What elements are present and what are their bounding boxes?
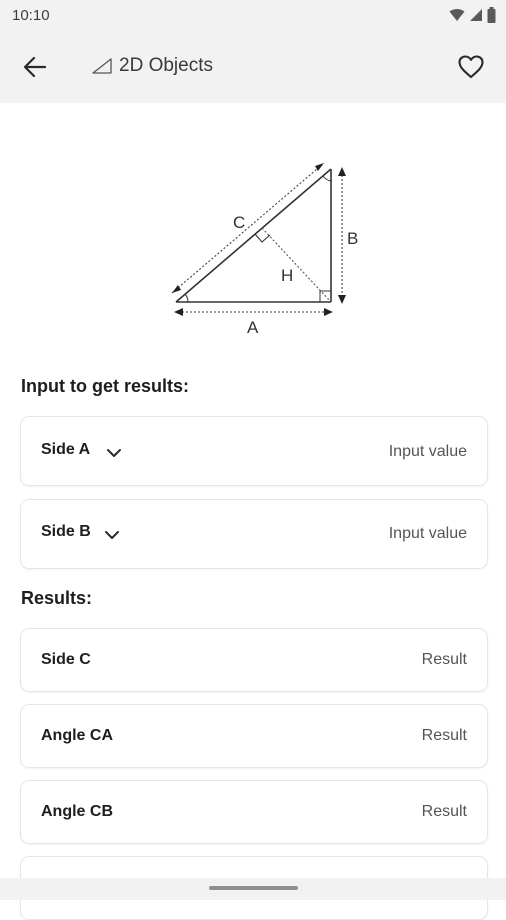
- status-icons: [449, 7, 496, 23]
- dimension-b-arrow-bottom: [338, 295, 346, 304]
- side-b-input-card[interactable]: Side B Input value: [20, 499, 488, 569]
- side-a-selector-label[interactable]: Side A: [41, 441, 90, 459]
- label-a: A: [247, 318, 259, 337]
- dimension-c-line: [171, 162, 325, 294]
- angle-ca-arc: [184, 293, 189, 303]
- page-title-wrap: 2D Objects: [92, 55, 213, 77]
- results-section-title: Results:: [21, 588, 93, 608]
- status-time: 10:10: [12, 7, 50, 24]
- result-value-angle-cb: Result: [421, 803, 467, 820]
- result-value-angle-ca: Result: [421, 727, 467, 744]
- result-value-side-c: Result: [421, 651, 467, 668]
- signal-icon: [470, 9, 482, 21]
- chevron-down-icon[interactable]: [103, 529, 121, 541]
- page-title: 2D Objects: [119, 55, 213, 76]
- result-label-angle-ca: Angle CA: [41, 727, 113, 744]
- arrow-left-icon: [23, 56, 47, 78]
- side-b-selector-label[interactable]: Side B: [41, 523, 91, 541]
- side-b-input[interactable]: Input value: [389, 525, 467, 543]
- app-bar: 2D Objects: [0, 32, 506, 103]
- angle-cb-arc: [322, 175, 332, 182]
- hypotenuse-line: [175, 168, 332, 303]
- input-section-title: Input to get results:: [21, 376, 189, 396]
- dimension-c-arrow-start: [172, 285, 181, 293]
- result-label-side-c: Side C: [41, 651, 91, 668]
- triangle-icon: [92, 58, 112, 74]
- favorite-button[interactable]: [454, 50, 488, 84]
- label-b: B: [347, 229, 358, 248]
- heart-outline-icon: [458, 55, 484, 79]
- label-h: H: [281, 266, 293, 285]
- status-bar: 10:10: [0, 0, 506, 32]
- dimension-b-arrow-top: [338, 167, 346, 176]
- chevron-down-icon[interactable]: [105, 447, 123, 459]
- result-label-angle-cb: Angle CB: [41, 803, 113, 820]
- back-button[interactable]: [18, 52, 52, 82]
- battery-icon: [487, 7, 496, 23]
- right-triangle-diagram: C B H A: [171, 162, 358, 337]
- altitude-line: [261, 227, 332, 303]
- altitude-right-angle-marker: [254, 233, 271, 243]
- result-row-side-c: Side C Result: [20, 628, 488, 692]
- result-row-angle-ca: Angle CA Result: [20, 704, 488, 768]
- side-a-input-card[interactable]: Side A Input value: [20, 416, 488, 486]
- home-gesture-handle[interactable]: [209, 886, 298, 890]
- dimension-a-arrow-right: [324, 308, 333, 316]
- result-row-angle-cb: Angle CB Result: [20, 780, 488, 844]
- dimension-a-arrow-left: [174, 308, 183, 316]
- label-c: C: [233, 213, 245, 232]
- system-navigation-bar: [0, 878, 506, 900]
- side-a-input[interactable]: Input value: [389, 443, 467, 461]
- wifi-icon: [449, 9, 465, 21]
